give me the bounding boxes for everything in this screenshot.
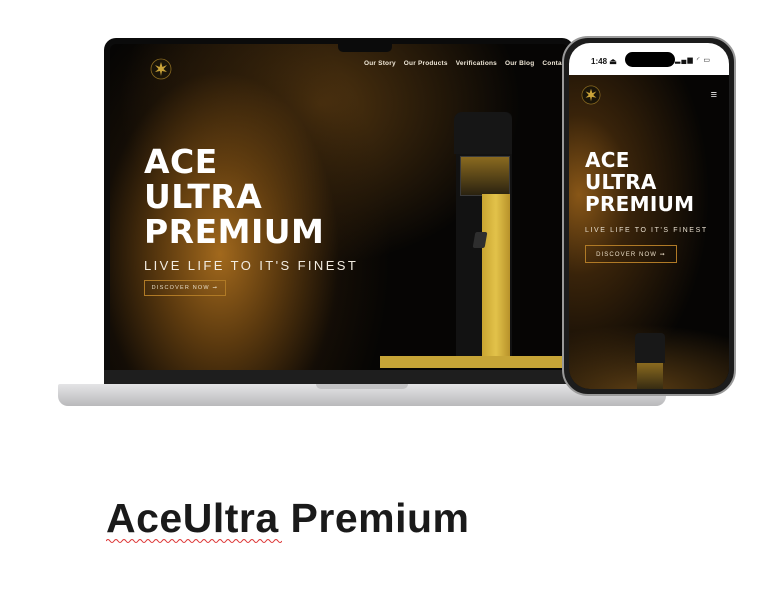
laptop-website-hero: Our Story Our Products Verifications Our… [110,44,568,380]
phone-hero-tagline: LIVE LIFE TO IT'S FINEST [585,227,708,234]
status-icons: ▂▄▆ ◜ ▭ [675,57,711,64]
nav-our-blog[interactable]: Our Blog [505,60,534,67]
hero-title-line: ACE [585,148,630,172]
laptop-bottom-bezel [104,370,574,384]
laptop-base-groove [316,384,408,389]
hero-title-line: ULTRA [585,170,657,194]
laptop-camera-notch [338,44,392,52]
vape-device-gold-panel [482,194,510,358]
hero-title-line: ULTRA [144,177,263,216]
hero-title: ACE ULTRA PREMIUM [144,144,324,249]
phone-discover-now-button[interactable]: DISCOVER NOW ➞ [585,245,677,263]
product-base-stand [380,356,568,368]
status-time: 1:48 ⏏ [591,57,617,66]
dynamic-island [625,52,675,67]
nav-verifications[interactable]: Verifications [456,60,497,67]
vape-device-window [460,156,510,196]
phone-screen: 1:48 ⏏ ▂▄▆ ◜ ▭ ≡ ACE ULTRA PREMIUM LIVE … [569,43,729,389]
phone-mockup: 1:48 ⏏ ▂▄▆ ◜ ▭ ≡ ACE ULTRA PREMIUM LIVE … [562,36,736,396]
spellcheck-underline [106,539,282,543]
phone-hero-title: ACE ULTRA PREMIUM [585,149,694,215]
laptop-nav: Our Story Our Products Verifications Our… [364,60,568,67]
nav-our-products[interactable]: Our Products [404,60,448,67]
hero-title-line: PREMIUM [585,192,695,216]
laptop-mockup: Our Story Our Products Verifications Our… [104,38,574,380]
leaf-logo-icon[interactable] [581,85,601,105]
leaf-logo-icon[interactable] [150,58,172,80]
phone-vape-device [635,333,665,363]
nav-our-story[interactable]: Our Story [364,60,396,67]
discover-now-button[interactable]: DISCOVER NOW ➞ [144,280,226,296]
hamburger-icon[interactable]: ≡ [711,89,717,101]
hero-tagline: LIVE LIFE TO IT'S FINEST [144,258,359,273]
phone-vape-window [637,363,663,389]
project-caption: AceUltra Premium [106,495,470,541]
hero-title-line: ACE [144,142,218,181]
hero-title-line: PREMIUM [144,212,325,251]
vape-device-mouthpiece [454,112,512,154]
